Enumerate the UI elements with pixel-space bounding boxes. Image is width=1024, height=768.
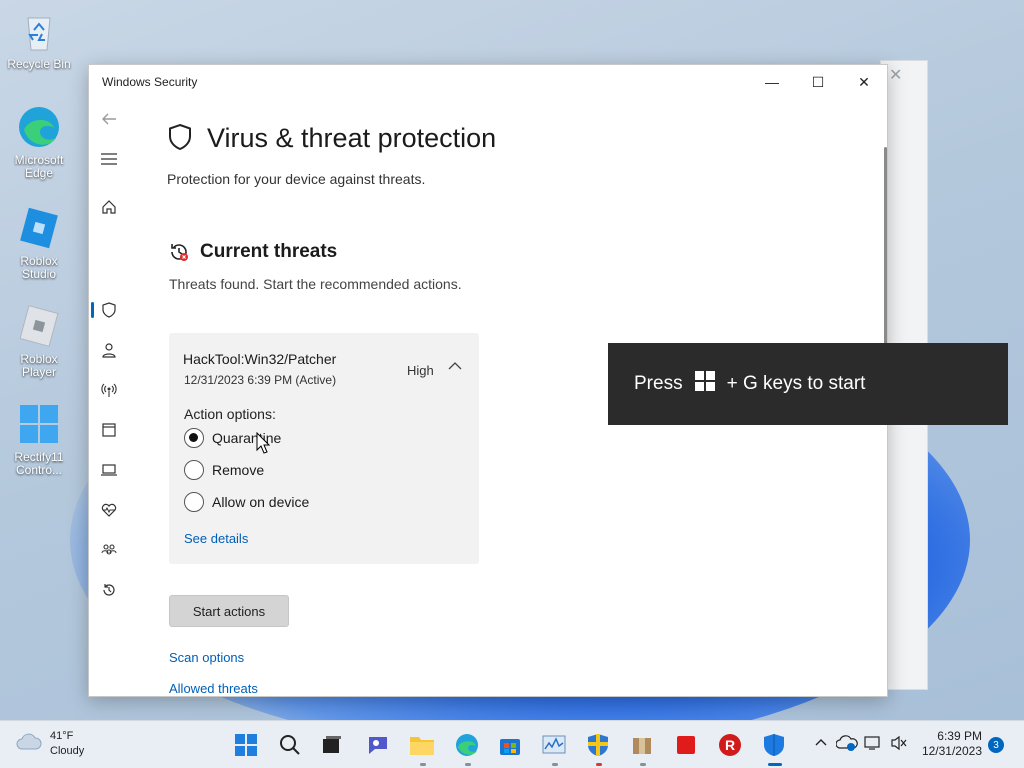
radio-label: Allow on device <box>212 494 310 510</box>
running-indicator <box>596 763 602 766</box>
threat-name: HackTool:Win32/Patcher <box>183 351 337 367</box>
section-title: Current threats <box>200 241 338 262</box>
threat-card: HackTool:Win32/Patcher 12/31/2023 6:39 P… <box>169 333 479 564</box>
scan-options-link[interactable]: Scan options <box>169 650 244 665</box>
window-title: Windows Security <box>102 75 198 89</box>
mouse-cursor-icon <box>256 431 271 459</box>
chevron-up-icon[interactable] <box>814 735 828 754</box>
toast-suffix: + G keys to start <box>726 373 866 394</box>
desktop-icon-edge[interactable]: Microsoft Edge <box>2 104 76 180</box>
desktop-icon-roblox-player[interactable]: Roblox Player <box>2 303 76 379</box>
desktop-icon-recycle-bin[interactable]: Recycle Bin <box>2 8 76 71</box>
running-indicator <box>552 763 558 766</box>
radio-allow-on-device[interactable]: Allow on device <box>184 492 309 512</box>
radio-remove[interactable]: Remove <box>184 460 264 480</box>
clock-date: 12/31/2023 <box>921 744 982 758</box>
running-indicator <box>420 763 426 766</box>
shield-icon[interactable] <box>97 298 121 322</box>
allowed-threats-link[interactable]: Allowed threats <box>169 681 258 696</box>
desktop-icon-label: Microsoft Edge <box>14 153 64 180</box>
clock-time: 6:39 PM <box>937 729 982 743</box>
minimize-button[interactable]: — <box>749 65 795 99</box>
taskbar: 41°F Cloudy R 6:39 PM 12/31/2023 3 <box>0 720 1024 768</box>
see-details-link[interactable]: See details <box>184 531 248 546</box>
desktop-icon-label: Recycle Bin <box>7 57 71 71</box>
recycle-bin-icon <box>16 8 62 54</box>
onedrive-icon[interactable] <box>835 735 858 756</box>
weather-widget[interactable]: 41°F Cloudy <box>16 729 84 759</box>
close-icon[interactable]: ✕ <box>889 65 902 85</box>
app-browser-icon[interactable] <box>97 418 121 442</box>
red-app-icon[interactable] <box>670 729 702 761</box>
running-indicator <box>465 763 471 766</box>
game-bar-toast: Press + G keys to start <box>608 343 1008 425</box>
roblox-icon[interactable]: R <box>714 729 746 761</box>
toast-prefix: Press <box>634 373 683 394</box>
chat-icon[interactable] <box>362 729 394 761</box>
rectify11-icon <box>16 401 62 447</box>
task-view-icon[interactable] <box>316 729 348 761</box>
shield-icon <box>167 123 193 156</box>
network-icon[interactable] <box>864 735 882 756</box>
windows-security-icon[interactable] <box>758 729 790 761</box>
active-indicator <box>768 763 782 766</box>
maximize-button[interactable]: ☐ <box>795 65 841 99</box>
weather-desc: Cloudy <box>50 745 85 757</box>
file-explorer-icon[interactable] <box>406 729 438 761</box>
device-health-icon[interactable] <box>97 498 121 522</box>
severity-badge: High <box>407 363 434 378</box>
performance-monitor-icon[interactable] <box>538 729 570 761</box>
windows-logo-icon <box>694 371 715 397</box>
start-button[interactable] <box>230 729 262 761</box>
running-indicator <box>640 763 646 766</box>
back-arrow-icon[interactable] <box>97 107 121 131</box>
history-icon[interactable] <box>97 578 121 602</box>
desktop-icon-rectify11[interactable]: Rectify11 Contro... <box>2 401 76 477</box>
threat-history-icon <box>168 241 190 268</box>
svg-text:R: R <box>725 737 735 753</box>
desktop-icon-label: Roblox Studio <box>20 254 58 281</box>
notification-badge[interactable]: 3 <box>988 737 1004 753</box>
selection-indicator <box>91 302 94 318</box>
scrollbar[interactable] <box>884 147 887 355</box>
chevron-up-icon[interactable] <box>447 359 463 378</box>
store-icon[interactable] <box>494 729 526 761</box>
uac-shield-icon[interactable] <box>582 729 614 761</box>
archive-app-icon[interactable] <box>626 729 658 761</box>
account-icon[interactable] <box>97 338 121 362</box>
volume-muted-icon[interactable] <box>890 735 908 756</box>
radio-circle[interactable] <box>184 460 204 480</box>
close-button[interactable]: ✕ <box>841 65 887 99</box>
roblox-player-icon <box>16 303 62 349</box>
page-subtitle: Protection for your device against threa… <box>167 171 426 187</box>
radio-circle[interactable] <box>184 492 204 512</box>
firewall-network-icon[interactable] <box>97 378 121 402</box>
action-options-label: Action options: <box>184 406 276 422</box>
desktop-icon-label: Roblox Player <box>20 352 58 379</box>
radio-circle-selected[interactable] <box>184 428 204 448</box>
navigation-rail <box>89 99 129 696</box>
weather-temp: 41°F <box>50 730 74 742</box>
search-icon[interactable] <box>274 729 306 761</box>
desktop-icon-roblox-studio[interactable]: Roblox Studio <box>2 205 76 281</box>
home-icon[interactable] <box>97 195 121 219</box>
edge-icon <box>16 104 62 150</box>
start-actions-button[interactable]: Start actions <box>169 595 289 627</box>
title-bar[interactable]: Windows Security — ☐ ✕ <box>89 65 887 99</box>
radio-label: Remove <box>212 462 265 478</box>
device-security-icon[interactable] <box>97 458 121 482</box>
page-title: Virus & threat protection <box>207 123 497 153</box>
section-subtitle: Threats found. Start the recommended act… <box>169 276 462 292</box>
threat-date: 12/31/2023 6:39 PM (Active) <box>184 373 337 387</box>
cloud-icon <box>16 733 42 756</box>
edge-icon[interactable] <box>451 729 483 761</box>
radio-label: Quarantine <box>212 430 282 446</box>
roblox-studio-icon <box>16 205 62 251</box>
family-options-icon[interactable] <box>97 538 121 562</box>
clock[interactable]: 6:39 PM 12/31/2023 <box>920 729 982 759</box>
desktop-icon-label: Rectify11 Contro... <box>14 450 64 477</box>
hamburger-menu-icon[interactable] <box>97 147 121 171</box>
